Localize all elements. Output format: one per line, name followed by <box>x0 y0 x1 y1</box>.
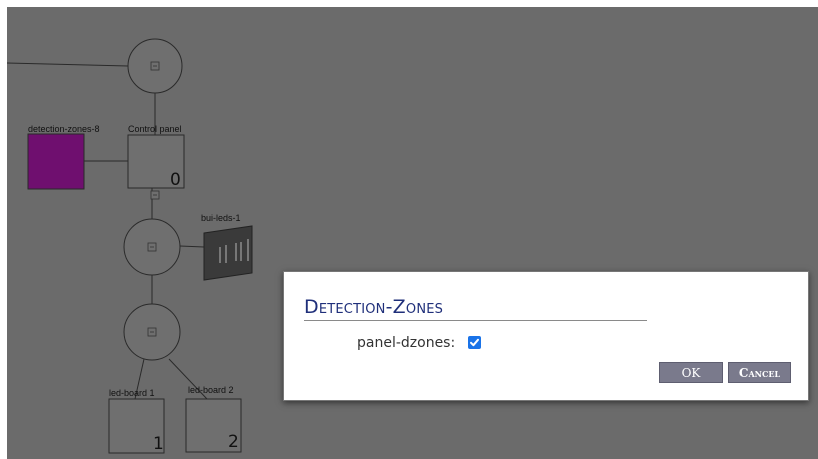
ok-button[interactable]: OK <box>659 362 723 383</box>
detection-zones-label: detection-zones-8 <box>28 124 100 134</box>
led-board-2-number: 2 <box>228 432 239 452</box>
control-panel-label: Control panel <box>128 124 182 134</box>
panel-dzones-label: panel-dzones: <box>357 335 456 351</box>
detection-zones-node[interactable] <box>27 133 85 190</box>
led-strip <box>225 245 227 263</box>
control-panel-number: 0 <box>170 170 181 190</box>
detection-zones-dialog: Detection-Zones panel-dzones: OK Cancel <box>283 271 809 401</box>
led-board-2-label: led-board 2 <box>188 385 234 395</box>
dialog-title: Detection-Zones <box>304 296 444 318</box>
led-strip <box>235 243 237 261</box>
panel-dzones-checkbox[interactable] <box>467 335 481 349</box>
dialog-title-divider <box>304 320 647 321</box>
checkmark-icon <box>469 338 479 346</box>
led-board-1-label: led-board 1 <box>109 388 155 398</box>
led-board-1-number: 1 <box>153 434 164 454</box>
led-strip <box>219 247 221 263</box>
cancel-button[interactable]: Cancel <box>728 362 791 383</box>
bui-leds-label: bui-leds-1 <box>201 213 241 223</box>
led-strip <box>247 239 249 261</box>
connector-line <box>179 245 205 248</box>
panel-dzones-row: panel-dzones: <box>357 335 481 351</box>
led-strip <box>240 242 242 261</box>
bui-leds-node[interactable] <box>203 225 253 281</box>
connector-line <box>7 62 129 67</box>
